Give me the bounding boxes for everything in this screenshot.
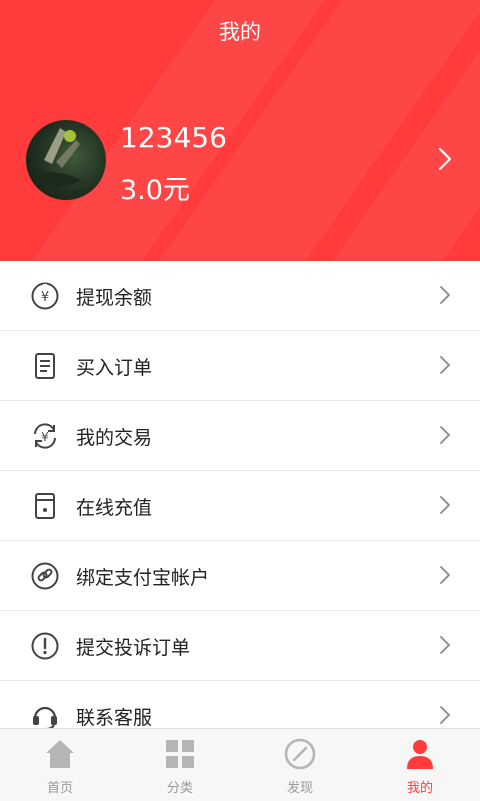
menu-item-my-trades[interactable]: ¥ 我的交易 — [0, 401, 480, 471]
exclamation-icon — [31, 632, 59, 660]
chevron-right-icon — [440, 566, 450, 584]
menu-item-label: 买入订单 — [76, 357, 153, 379]
menu-item-submit-complaint[interactable]: 提交投诉订单 — [0, 611, 480, 681]
headset-icon — [33, 706, 57, 728]
menu-item-label: 提现余额 — [76, 287, 153, 309]
tab-discover[interactable]: 发现 — [240, 729, 360, 801]
tab-categories[interactable]: 分类 — [120, 729, 240, 801]
menu-item-label: 联系客服 — [76, 707, 153, 728]
yuan-exchange-icon: ¥ — [34, 423, 56, 449]
menu-item-label: 提交投诉订单 — [76, 637, 191, 659]
menu-list: ¥ 提现余额 买入订单 ¥ 我的交易 在线充值 绑定支付宝帐户 提交投诉订单 联… — [0, 261, 480, 728]
svg-text:¥: ¥ — [41, 430, 49, 444]
page-title: 我的 — [219, 20, 261, 44]
document-icon — [35, 353, 55, 379]
menu-item-withdraw-balance[interactable]: ¥ 提现余额 — [0, 261, 480, 331]
username: 123456 — [120, 121, 227, 154]
compass-icon — [284, 738, 316, 770]
yuan-circle-icon: ¥ — [31, 282, 59, 310]
menu-item-bind-alipay[interactable]: 绑定支付宝帐户 — [0, 541, 480, 611]
menu-item-contact-support[interactable]: 联系客服 — [0, 681, 480, 728]
tab-label: 发现 — [286, 781, 313, 796]
bottom-tab-bar: 首页 分类 发现 我的 — [0, 728, 480, 801]
link-icon — [31, 562, 59, 590]
chevron-right-icon — [440, 706, 450, 724]
chevron-right-icon[interactable] — [432, 146, 458, 172]
user-icon — [407, 740, 433, 769]
tab-label: 分类 — [166, 781, 193, 796]
tab-mine[interactable]: 我的 — [360, 729, 480, 801]
profile-header: 我的 123456 3.0元 — [0, 0, 480, 261]
tab-home[interactable]: 首页 — [0, 729, 120, 801]
chevron-right-icon — [440, 286, 450, 304]
menu-item-label: 我的交易 — [76, 427, 153, 449]
chevron-right-icon — [440, 496, 450, 514]
tab-label: 首页 — [46, 781, 73, 796]
menu-item-online-recharge[interactable]: 在线充值 — [0, 471, 480, 541]
menu-item-buy-orders[interactable]: 买入订单 — [0, 331, 480, 401]
card-icon — [35, 493, 55, 519]
chevron-right-icon — [440, 426, 450, 444]
avatar[interactable] — [26, 120, 106, 200]
chevron-right-icon — [440, 356, 450, 374]
home-icon — [46, 740, 74, 768]
tab-label: 我的 — [406, 781, 433, 796]
balance: 3.0元 — [120, 175, 190, 206]
svg-text:¥: ¥ — [41, 290, 49, 305]
grid-icon — [166, 740, 194, 768]
menu-item-label: 在线充值 — [76, 497, 153, 519]
menu-item-label: 绑定支付宝帐户 — [76, 567, 210, 589]
chevron-right-icon — [440, 636, 450, 654]
